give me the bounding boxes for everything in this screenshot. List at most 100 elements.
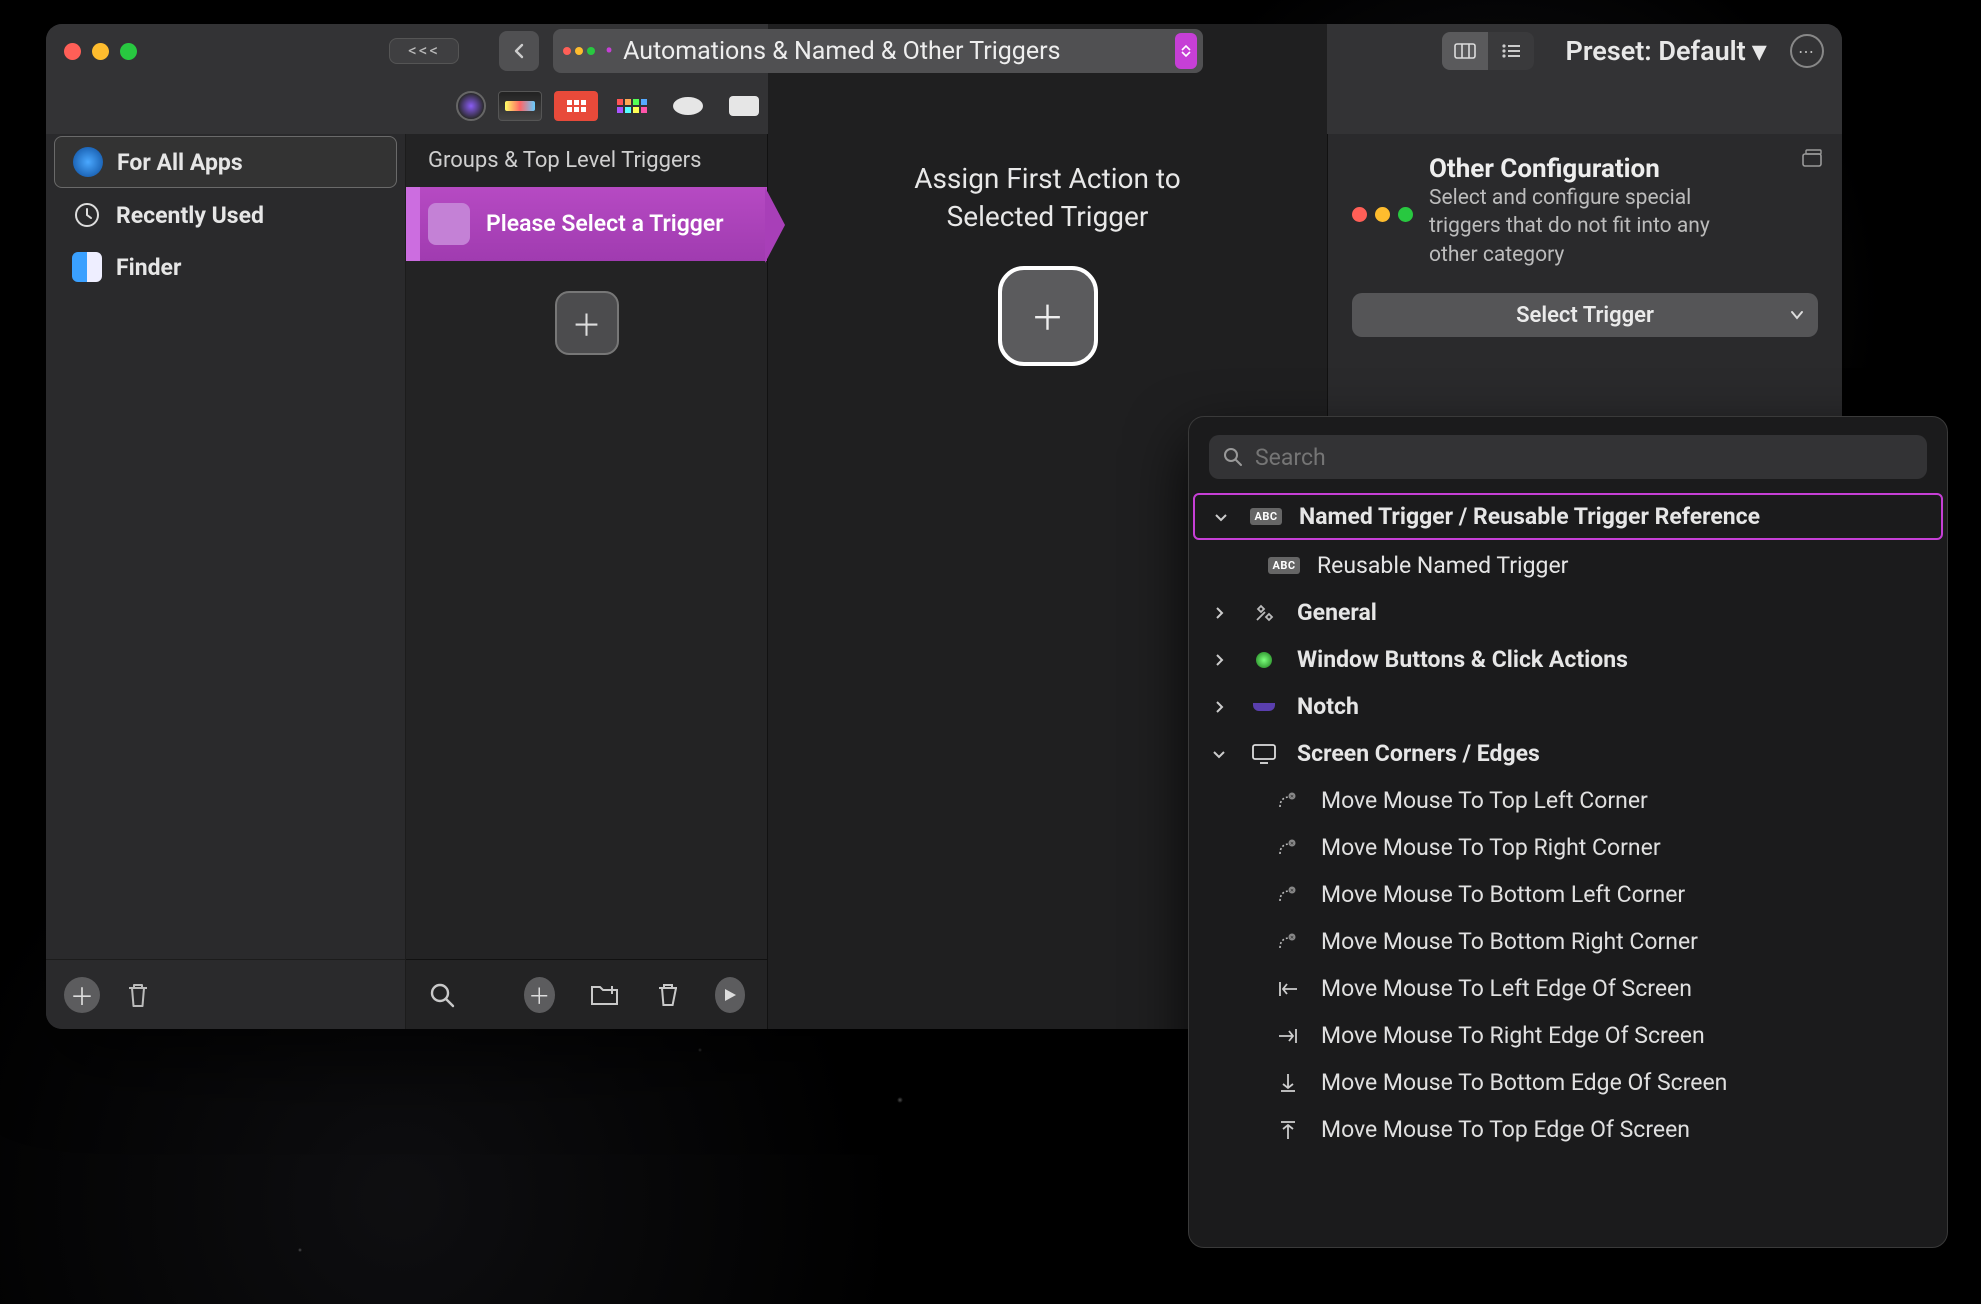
popover-search-field[interactable]: [1209, 435, 1927, 479]
sidebar-item-recently-used[interactable]: Recently Used: [54, 190, 397, 240]
arrow-left-bar-icon: [1277, 980, 1299, 998]
plus-icon: ＋: [572, 301, 602, 345]
popover-item[interactable]: ✕ Move Mouse To Bottom Left Corner: [1189, 871, 1947, 918]
search-triggers-button[interactable]: [428, 981, 456, 1009]
triggers-column: Groups & Top Level Triggers Please Selec…: [406, 134, 768, 1029]
green-dot-icon: [1256, 652, 1272, 668]
close-window-button[interactable]: [64, 43, 81, 60]
popover-item-label: Move Mouse To Bottom Left Corner: [1321, 881, 1685, 908]
new-folder-button[interactable]: [589, 982, 621, 1008]
popover-group[interactable]: ABC Named Trigger / Reusable Trigger Refe…: [1193, 493, 1943, 540]
actions-title: Assign First Action to Selected Trigger: [768, 160, 1327, 236]
finder-icon: [72, 252, 102, 282]
popover-group[interactable]: Screen Corners / Edges: [1189, 730, 1947, 777]
popover-item-label: Move Mouse To Left Edge Of Screen: [1321, 975, 1692, 1002]
collapse-sidebar-button[interactable]: <<<: [389, 38, 459, 64]
popover-group-label: Window Buttons & Click Actions: [1297, 646, 1628, 673]
popover-item[interactable]: Move Mouse To Left Edge Of Screen: [1189, 965, 1947, 1012]
trigger-type-grid-icon[interactable]: [610, 91, 654, 121]
select-trigger-dropdown[interactable]: Select Trigger: [1352, 293, 1818, 337]
inspector-stack-icon[interactable]: [1800, 148, 1824, 168]
trash-icon: [655, 981, 681, 1009]
popover-item[interactable]: Move Mouse To Right Edge Of Screen: [1189, 1012, 1947, 1059]
corner-path-icon: ✕: [1276, 885, 1300, 905]
triggers-column-header: Groups & Top Level Triggers: [406, 134, 767, 187]
popover-group-label: General: [1297, 599, 1377, 626]
abc-badge-icon: ABC: [1250, 508, 1281, 525]
disclosure-icon: [1207, 606, 1231, 620]
config-description: Select and configure special triggers th…: [1429, 184, 1759, 269]
arrow-down-bar-icon: [1279, 1072, 1297, 1094]
popover-group-label: Named Trigger / Reusable Trigger Referen…: [1299, 503, 1760, 530]
popover-item-label: Move Mouse To Top Right Corner: [1321, 834, 1661, 861]
popover-item[interactable]: ✕Move Mouse To Top Left Corner: [1189, 777, 1947, 824]
trigger-placeholder-card[interactable]: Please Select a Trigger: [406, 187, 767, 261]
popover-item-label: Move Mouse To Right Edge Of Screen: [1321, 1022, 1705, 1049]
popover-item[interactable]: Move Mouse To Bottom Edge Of Screen: [1189, 1059, 1947, 1106]
trigger-type-touchbar-icon[interactable]: [498, 91, 542, 121]
trigger-type-mouse-icon[interactable]: [666, 91, 710, 121]
popover-group[interactable]: Window Buttons & Click Actions: [1189, 636, 1947, 683]
trigger-type-siri-icon[interactable]: [456, 91, 486, 121]
popover-group[interactable]: General: [1189, 589, 1947, 636]
sidebar-item-for-all-apps[interactable]: For All Apps: [54, 136, 397, 188]
view-columns-button[interactable]: [1442, 32, 1488, 70]
arrow-up-bar-icon: [1279, 1119, 1297, 1141]
ellipsis-icon: ⋯: [1798, 42, 1816, 61]
section-updown-icon: [1175, 33, 1197, 69]
plus-icon: ＋: [70, 977, 94, 1012]
config-title: Other Configuration: [1429, 154, 1759, 184]
select-trigger-label: Select Trigger: [1516, 303, 1654, 328]
add-action-button[interactable]: ＋: [998, 266, 1098, 366]
section-selector[interactable]: • Automations & Named & Other Triggers: [553, 29, 1203, 73]
delete-trigger-button[interactable]: [655, 981, 681, 1009]
popover-group-label: Screen Corners / Edges: [1297, 740, 1540, 767]
more-menu-button[interactable]: ⋯: [1790, 34, 1824, 68]
minimize-window-button[interactable]: [92, 43, 109, 60]
trigger-type-streamdeck-icon[interactable]: [554, 91, 598, 121]
abc-badge-icon: ABC: [1268, 557, 1299, 574]
select-trigger-popover: ABC Named Trigger / Reusable Trigger Refe…: [1188, 416, 1948, 1248]
run-trigger-button[interactable]: [715, 977, 746, 1013]
preset-selector[interactable]: Preset: Default ▾: [1566, 35, 1767, 67]
add-trigger-footer-button[interactable]: ＋: [524, 977, 555, 1013]
popover-list[interactable]: ABC Named Trigger / Reusable Trigger Refe…: [1189, 491, 1947, 1247]
popover-group-label: Notch: [1297, 693, 1359, 720]
popover-item[interactable]: ✕ Move Mouse To Bottom Right Corner: [1189, 918, 1947, 965]
popover-item-label: Move Mouse To Top Edge Of Screen: [1321, 1116, 1690, 1143]
add-app-button[interactable]: ＋: [64, 977, 100, 1013]
sidebar-item-label: Recently Used: [116, 202, 264, 229]
add-trigger-button[interactable]: ＋: [555, 291, 619, 355]
folder-plus-icon: [589, 982, 621, 1008]
corner-path-icon: ✕: [1276, 791, 1300, 811]
zoom-window-button[interactable]: [120, 43, 137, 60]
popover-item[interactable]: Move Mouse To Top Edge Of Screen: [1189, 1106, 1947, 1153]
titlebar: <<< • Automations & Named & Other Trigge…: [46, 24, 1842, 78]
triggers-footer: ＋: [406, 959, 767, 1029]
view-list-button[interactable]: [1488, 32, 1534, 70]
config-traffic-icon: [1352, 160, 1413, 269]
svg-text:✕: ✕: [1290, 841, 1294, 847]
popover-item[interactable]: ABCReusable Named Trigger: [1189, 542, 1947, 589]
trigger-thumb-icon: [428, 203, 470, 245]
popover-search-input[interactable]: [1255, 444, 1913, 471]
monitor-icon: [1251, 743, 1277, 765]
popover-item-label: Move Mouse To Bottom Right Corner: [1321, 928, 1698, 955]
clock-icon: [72, 200, 102, 230]
trigger-type-trackpad-icon[interactable]: [722, 91, 766, 121]
search-icon: [1223, 447, 1243, 467]
popover-item[interactable]: ✕ Move Mouse To Top Right Corner: [1189, 824, 1947, 871]
popover-group[interactable]: Notch: [1189, 683, 1947, 730]
list-icon: [1501, 43, 1521, 59]
section-title: Automations & Named & Other Triggers: [623, 37, 1060, 66]
chevron-down-icon: [1790, 310, 1804, 320]
sidebar-item-label: For All Apps: [117, 149, 243, 176]
tools-icon: [1252, 601, 1276, 625]
delete-app-button[interactable]: [124, 980, 152, 1010]
svg-text:✕: ✕: [1290, 888, 1294, 894]
sidebar-item-finder[interactable]: Finder: [54, 242, 397, 292]
corner-path-icon: ✕: [1276, 932, 1300, 952]
back-button[interactable]: [499, 31, 539, 71]
globe-icon: [73, 147, 103, 177]
disclosure-icon: [1207, 700, 1231, 714]
